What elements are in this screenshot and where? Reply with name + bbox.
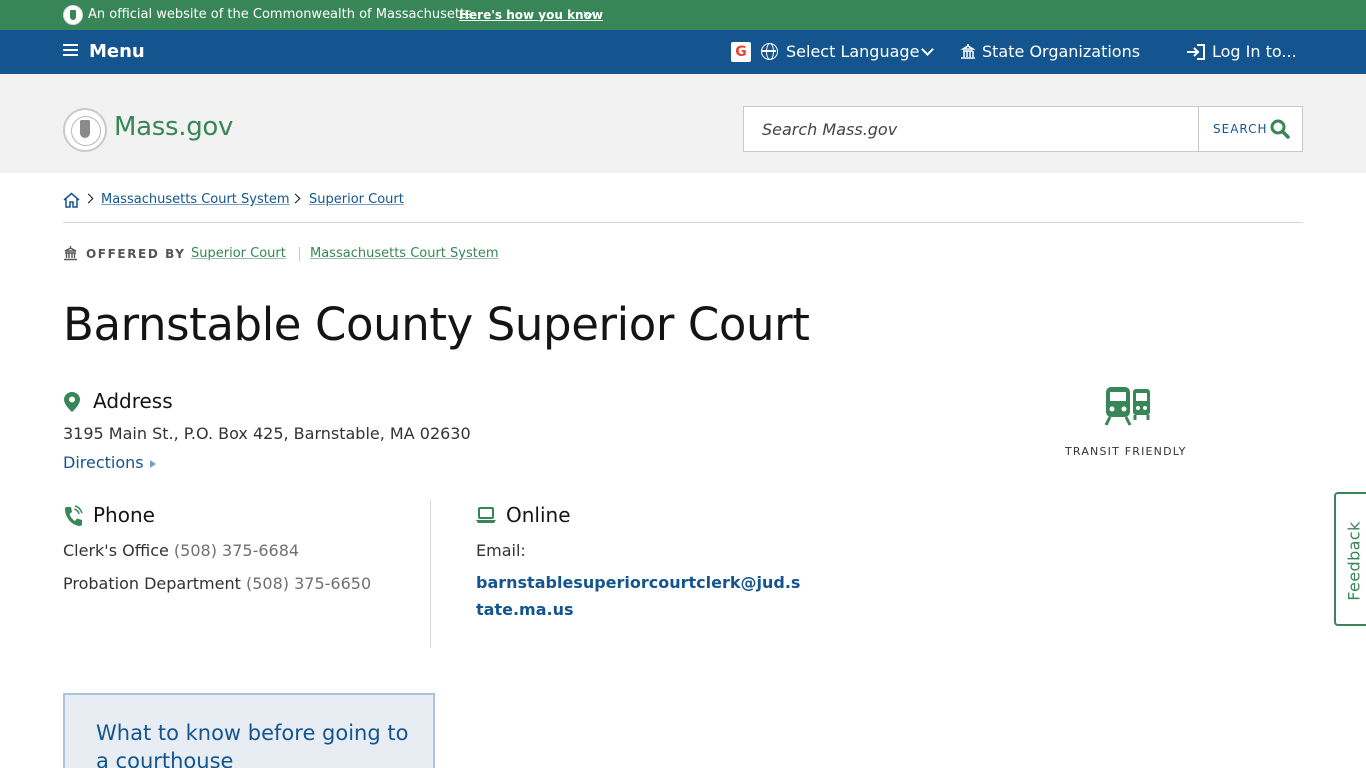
mass-gov-logo-text[interactable]: Mass.gov <box>114 112 233 142</box>
search-icon <box>1270 119 1290 139</box>
breadcrumb-chevron-icon <box>290 193 301 204</box>
feedback-label: Feedback <box>1344 521 1364 601</box>
breadcrumb-link[interactable]: Massachusetts Court System <box>101 192 290 207</box>
utility-nav: Menu G Select Language State Organizatio… <box>0 30 1366 74</box>
feedback-tab[interactable]: Feedback <box>1334 492 1366 626</box>
breadcrumb-divider <box>63 222 1303 223</box>
phone-heading: Phone <box>93 503 155 527</box>
official-banner: An official website of the Commonwealth … <box>0 0 1366 30</box>
courthouse-info-callout[interactable]: What to know before going to a courthous… <box>63 693 435 768</box>
breadcrumb-chevron-icon <box>83 193 94 204</box>
globe-icon <box>761 43 778 60</box>
google-translate-icon[interactable]: G <box>731 42 751 62</box>
laptop-icon <box>476 507 496 523</box>
phone-number-link[interactable]: (508) 375-6684 <box>174 541 299 560</box>
state-organizations-button[interactable]: State Organizations <box>982 42 1140 61</box>
callout-link[interactable]: What to know before going to a courthous… <box>96 719 416 768</box>
contact-column-divider <box>430 500 431 648</box>
offered-by-link[interactable]: Massachusetts Court System <box>310 246 499 261</box>
online-heading: Online <box>506 503 571 527</box>
directions-link[interactable]: Directions <box>63 453 156 472</box>
search-button-label: SEARCH <box>1213 122 1268 136</box>
state-seal-icon <box>63 5 83 25</box>
address-heading: Address <box>93 389 173 413</box>
email-label: Email: <box>476 541 526 560</box>
transit-icon <box>1104 387 1150 426</box>
phone-entry: Clerk's Office (508) 375-6684 <box>63 541 299 560</box>
transit-friendly-label: TRANSIT FRIENDLY <box>1065 445 1187 458</box>
login-button[interactable]: Log In to... <box>1212 42 1297 61</box>
email-link[interactable]: barnstablesuperiorcourtclerk@jud.state.m… <box>476 569 806 623</box>
building-icon <box>960 44 976 59</box>
search-bar: SEARCH <box>743 106 1303 152</box>
building-icon <box>64 246 77 261</box>
phone-label: Clerk's Office <box>63 541 169 560</box>
login-icon[interactable] <box>1186 43 1206 61</box>
breadcrumb-link[interactable]: Superior Court <box>309 192 404 207</box>
home-icon[interactable] <box>63 192 80 208</box>
search-button[interactable]: SEARCH <box>1199 107 1303 151</box>
chevron-down-icon[interactable] <box>921 43 934 56</box>
page-title: Barnstable County Superior Court <box>63 298 810 351</box>
phone-icon <box>65 505 83 526</box>
massachusetts-seal-logo[interactable] <box>63 108 107 152</box>
location-pin-icon <box>64 392 80 412</box>
arrow-right-icon <box>149 459 156 468</box>
search-input[interactable] <box>744 107 1198 151</box>
menu-button[interactable]: Menu <box>89 41 145 62</box>
heres-how-you-know-link[interactable]: Here's how you know <box>459 8 603 22</box>
address-text: 3195 Main St., P.O. Box 425, Barnstable,… <box>63 424 471 443</box>
offered-by-link[interactable]: Superior Court <box>191 246 286 261</box>
phone-entry: Probation Department (508) 375-6650 <box>63 574 371 593</box>
phone-number-link[interactable]: (508) 375-6650 <box>246 574 371 593</box>
official-banner-text: An official website of the Commonwealth … <box>88 7 472 22</box>
offered-by-divider <box>299 247 300 261</box>
select-language-button[interactable]: Select Language <box>786 42 919 61</box>
hamburger-icon[interactable] <box>63 44 78 57</box>
phone-label: Probation Department <box>63 574 241 593</box>
offered-by-label: OFFERED BY <box>86 247 186 261</box>
site-header: Mass.gov SEARCH <box>0 74 1366 173</box>
